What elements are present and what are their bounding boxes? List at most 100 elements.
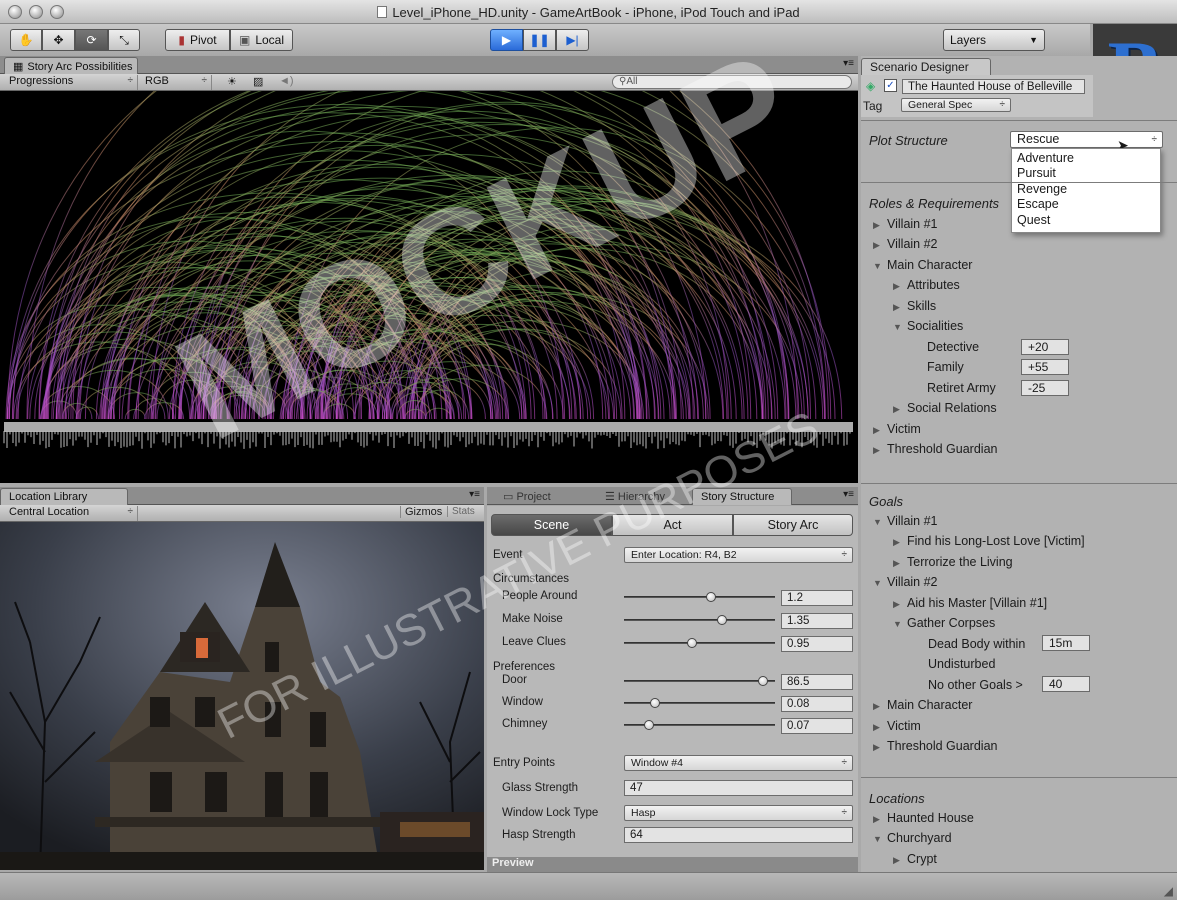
slider-thumb[interactable] xyxy=(686,638,697,648)
goal-victim[interactable]: ▶ Victim xyxy=(873,719,921,733)
slider-value-field[interactable]: 1.35 xyxy=(781,613,853,629)
option-adventure[interactable]: Adventure xyxy=(1017,151,1074,165)
local-toggle[interactable]: ▣ Local xyxy=(230,29,293,51)
goal-find-love[interactable]: ▶ Find his Long-Lost Love [Victim] xyxy=(893,534,1085,548)
tab-story-structure[interactable]: Story Structure xyxy=(692,488,792,505)
tree-villain2[interactable]: ▶ Villain #2 xyxy=(873,237,938,251)
tree-attributes[interactable]: ▶ Attributes xyxy=(893,278,960,292)
panel-menu-icon[interactable]: ▾≡ xyxy=(469,489,480,500)
tree-main-character[interactable]: ▼ Main Character xyxy=(873,258,972,272)
slider-thumb[interactable] xyxy=(705,592,716,602)
no-other-goals-value: 40 xyxy=(1049,677,1063,691)
preview-label: Preview xyxy=(492,857,534,869)
tree-skills[interactable]: ▶ Skills xyxy=(893,299,936,313)
segment-story-arc[interactable]: Story Arc xyxy=(733,514,853,536)
pivot-toggle[interactable]: ▮ Pivot xyxy=(165,29,230,51)
stats-button[interactable]: Stats xyxy=(447,506,479,517)
story-arc-visualization[interactable] xyxy=(0,91,858,483)
goal-villain1[interactable]: ▼ Villain #1 xyxy=(873,514,938,528)
tab-story-arc[interactable]: ▦ Story Arc Possibilities xyxy=(4,57,138,74)
local-label: Local xyxy=(255,33,285,47)
color-mode-value: RGB xyxy=(145,75,169,87)
location-churchyard[interactable]: ▼ Churchyard xyxy=(873,831,952,845)
panel-menu-icon[interactable]: ▾≡ xyxy=(843,58,854,69)
scale-tool-button[interactable]: ⤡ xyxy=(108,29,140,51)
slider-value-field[interactable]: 0.08 xyxy=(781,696,853,712)
scenario-name-field[interactable]: The Haunted House of Belleville xyxy=(902,79,1085,94)
image-icon[interactable]: ▨ xyxy=(253,75,263,88)
play-button[interactable]: ▶ xyxy=(490,29,523,51)
slider-track[interactable] xyxy=(624,642,775,644)
tree-social-relations[interactable]: ▶ Social Relations xyxy=(893,401,997,415)
plot-structure-select[interactable]: Rescue xyxy=(1010,131,1163,148)
tab-location-library[interactable]: Location Library xyxy=(0,488,128,505)
goal-main-character[interactable]: ▶ Main Character xyxy=(873,698,972,712)
progression-select[interactable]: Progressions xyxy=(4,75,138,90)
sun-icon[interactable]: ☀ xyxy=(227,75,237,88)
tab-project[interactable]: ▭ Project xyxy=(495,488,559,505)
gizmos-button[interactable]: Gizmos xyxy=(400,506,446,518)
goal-gather-corpses[interactable]: ▼ Gather Corpses xyxy=(893,616,995,630)
tab-scenario-designer[interactable]: Scenario Designer xyxy=(861,58,991,75)
retiret-army-field[interactable]: -25 xyxy=(1021,380,1069,396)
step-button[interactable]: ▶| xyxy=(556,29,589,51)
layers-dropdown[interactable]: Layers ▼ xyxy=(943,29,1045,51)
location-haunted-house[interactable]: ▶ Haunted House xyxy=(873,811,974,825)
slider-value-field[interactable]: 0.95 xyxy=(781,636,853,652)
active-checkbox[interactable]: ✓ xyxy=(884,79,897,92)
plot-structure-value: Rescue xyxy=(1017,132,1060,146)
tree-label: Victim xyxy=(887,719,921,733)
preview-bar[interactable]: Preview xyxy=(487,857,858,872)
family-field[interactable]: +55 xyxy=(1021,359,1069,375)
search-input[interactable]: ⚲All xyxy=(612,75,852,89)
window-lock-select[interactable]: Hasp xyxy=(624,805,853,821)
tree-victim[interactable]: ▶ Victim xyxy=(873,422,921,436)
pause-button[interactable]: ❚❚ xyxy=(523,29,556,51)
segment-scene[interactable]: Scene xyxy=(491,514,612,536)
hand-tool-button[interactable]: ✋ xyxy=(10,29,42,51)
tree-villain1[interactable]: ▶ Villain #1 xyxy=(873,217,938,231)
tag-select[interactable]: General Spec xyxy=(901,98,1011,112)
option-pursuit[interactable]: Pursuit xyxy=(1017,166,1056,180)
slider-track[interactable] xyxy=(624,680,775,682)
resize-grip-icon[interactable]: ◢ xyxy=(1164,884,1173,898)
expand-arrow-icon: ▶ xyxy=(873,814,880,824)
move-tool-button[interactable]: ✥ xyxy=(42,29,75,51)
dead-body-field[interactable]: 15m xyxy=(1042,635,1090,651)
tree-socialities[interactable]: ▼ Socialities xyxy=(893,319,963,333)
collapse-arrow-icon: ▼ xyxy=(893,619,902,629)
panel-menu-icon[interactable]: ▾≡ xyxy=(843,489,854,500)
goal-threshold-guardian[interactable]: ▶ Threshold Guardian xyxy=(873,739,997,753)
slider-value-field[interactable]: 1.2 xyxy=(781,590,853,606)
entry-points-select[interactable]: Window #4 xyxy=(624,755,853,771)
tree-threshold-guardian[interactable]: ▶ Threshold Guardian xyxy=(873,442,997,456)
slider-value-field[interactable]: 0.07 xyxy=(781,718,853,734)
hasp-strength-field[interactable]: 64 xyxy=(624,827,853,843)
hand-icon: ✋ xyxy=(18,33,34,47)
slider-value-field[interactable]: 86.5 xyxy=(781,674,853,690)
slider-track[interactable] xyxy=(624,596,775,598)
glass-strength-field[interactable]: 47 xyxy=(624,780,853,796)
slider-track[interactable] xyxy=(624,702,775,704)
location-crypt[interactable]: ▶ Crypt xyxy=(893,852,937,866)
location-select[interactable]: Central Location xyxy=(4,506,138,521)
tab-hierarchy[interactable]: ☰ Hierarchy xyxy=(597,488,673,505)
rotate-tool-button[interactable]: ⟳ xyxy=(75,29,108,51)
pause-icon: ❚❚ xyxy=(529,33,550,47)
tree-label: Crypt xyxy=(907,852,937,866)
tree-label: Threshold Guardian xyxy=(887,739,998,753)
audio-icon[interactable]: ◄) xyxy=(279,75,294,87)
slider-track[interactable] xyxy=(624,619,775,621)
goal-aid-master[interactable]: ▶ Aid his Master [Villain #1] xyxy=(893,596,1047,610)
goal-villain2[interactable]: ▼ Villain #2 xyxy=(873,575,938,589)
no-other-goals-field[interactable]: 40 xyxy=(1042,676,1090,692)
detective-field[interactable]: +20 xyxy=(1021,339,1069,355)
goal-terrorize[interactable]: ▶ Terrorize the Living xyxy=(893,555,1013,569)
location-library-tabbar: Location Library ▾≡ xyxy=(0,487,484,505)
haunted-house-scene[interactable] xyxy=(0,522,484,870)
event-select[interactable]: Enter Location: R4, B2 xyxy=(624,547,853,563)
tree-label: Gather Corpses xyxy=(907,616,996,630)
segment-act[interactable]: Act xyxy=(612,514,733,536)
tree-label: Haunted House xyxy=(887,811,974,825)
color-mode-select[interactable]: RGB xyxy=(140,75,212,90)
